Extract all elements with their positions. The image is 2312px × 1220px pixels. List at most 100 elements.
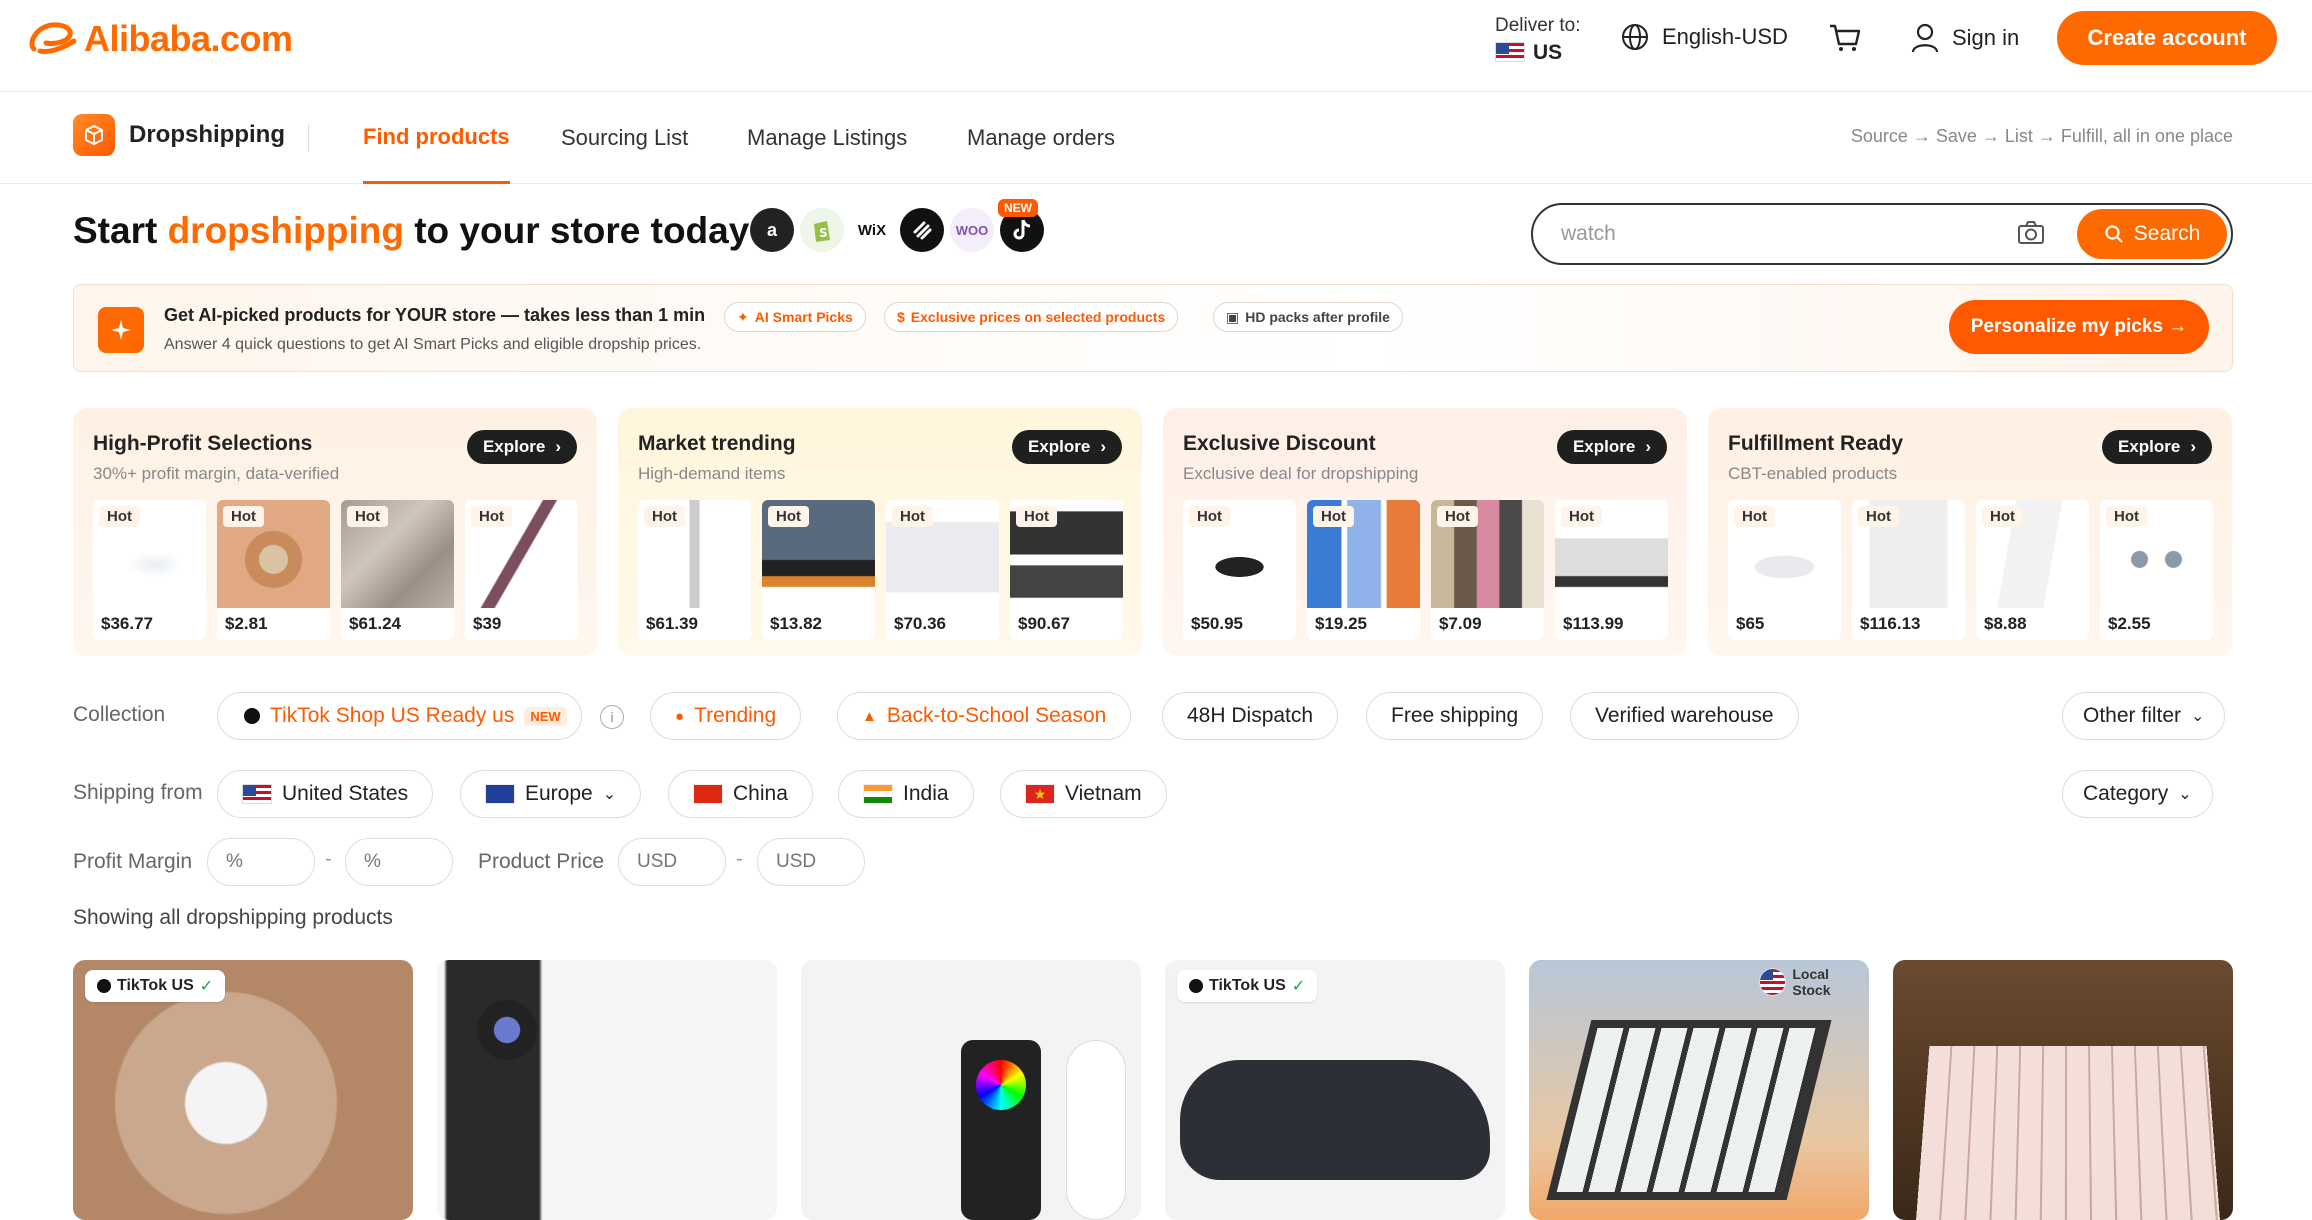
collection-card-fulfillment-ready[interactable]: Fulfillment Ready CBT-enabled products E… xyxy=(1708,408,2232,656)
camera-lens-image xyxy=(477,1000,537,1060)
shoe-image xyxy=(1180,1060,1490,1180)
cart-icon[interactable] xyxy=(1828,22,1862,59)
new-badge: NEW xyxy=(524,706,567,726)
profit-max-input[interactable] xyxy=(345,838,453,886)
ai-chip-smart-picks: ✦ AI Smart Picks xyxy=(724,302,866,332)
product-card[interactable]: TikTok US ✓ xyxy=(73,960,413,1220)
price-max-input[interactable] xyxy=(757,838,865,886)
tile-price: $50.95 xyxy=(1191,614,1243,633)
hot-badge: Hot xyxy=(347,506,388,527)
filter-48h-dispatch[interactable]: 48H Dispatch xyxy=(1162,692,1339,740)
deliver-label: Deliver to: xyxy=(1495,15,1581,36)
chevron-down-icon: ⌄ xyxy=(2178,786,2192,803)
product-tile[interactable]: Hot $50.95 xyxy=(1183,500,1296,640)
alibaba-logo-icon xyxy=(29,22,77,54)
product-tile[interactable]: Hot $2.55 xyxy=(2100,500,2213,640)
ship-from-india[interactable]: India xyxy=(838,770,974,818)
badge-label: Local Stock xyxy=(1792,966,1831,998)
hot-badge: Hot xyxy=(2106,506,2147,527)
amazon-icon: a xyxy=(750,208,794,252)
product-tile[interactable]: Hot $7.09 xyxy=(1431,500,1544,640)
product-tile[interactable]: Hot $116.13 xyxy=(1852,500,1965,640)
filter-verified-warehouse[interactable]: Verified warehouse xyxy=(1570,692,1799,740)
explore-button[interactable]: Explore › xyxy=(466,430,577,464)
deliver-to[interactable]: Deliver to: US xyxy=(1495,14,1581,66)
personalize-picks-button[interactable]: Personalize my picks → xyxy=(1949,300,2209,354)
product-tile[interactable]: Hot $70.36 xyxy=(886,500,999,640)
product-tile[interactable]: Hot $61.24 xyxy=(341,500,454,640)
filter-tiktok-shop[interactable]: TikTok Shop US Ready us NEW xyxy=(217,692,582,740)
other-filter-dropdown[interactable]: Other filter ⌄ xyxy=(2062,692,2226,740)
shipping-from-label: Shipping from xyxy=(73,781,203,804)
hot-badge: Hot xyxy=(1982,506,2023,527)
product-tile[interactable]: Hot $19.25 xyxy=(1307,500,1420,640)
filter-trending[interactable]: ● Trending xyxy=(650,692,802,740)
product-tile[interactable]: Hot $113.99 xyxy=(1555,500,1668,640)
collection-title: High-Profit Selections xyxy=(93,432,313,455)
create-account-button[interactable]: Create account xyxy=(2057,11,2277,65)
range-dash: - xyxy=(325,848,332,870)
tab-manage-listings[interactable]: Manage Listings xyxy=(747,92,907,184)
ai-banner-title: Get AI-picked products for YOUR store — … xyxy=(164,305,706,325)
info-icon[interactable]: i xyxy=(600,705,624,729)
tab-manage-orders[interactable]: Manage orders xyxy=(967,92,1115,184)
profit-min-input[interactable] xyxy=(207,838,315,886)
ship-from-united-states[interactable]: United States xyxy=(217,770,434,818)
sign-in-link[interactable]: Sign in xyxy=(1910,22,2019,54)
ai-picks-banner: Get AI-picked products for YOUR store — … xyxy=(73,284,2233,372)
product-tile[interactable]: Hot $13.82 xyxy=(762,500,875,640)
collection-card-market-trending[interactable]: Market trending High-demand items Explor… xyxy=(618,408,1142,656)
alibaba-logo[interactable]: Alibaba.com xyxy=(26,18,293,60)
chip-label: Other filter xyxy=(2083,704,2182,727)
check-icon: ✓ xyxy=(1291,978,1306,995)
product-tile[interactable]: Hot $36.77 xyxy=(93,500,206,640)
product-tile[interactable]: Hot $65 xyxy=(1728,500,1841,640)
collection-subtitle: Exclusive deal for dropshipping xyxy=(1183,464,1419,483)
product-card[interactable] xyxy=(437,960,777,1220)
product-tile[interactable]: Hot $2.81 xyxy=(217,500,330,640)
chevron-right-icon: › xyxy=(555,437,561,456)
collection-card-exclusive-discount[interactable]: Exclusive Discount Exclusive deal for dr… xyxy=(1163,408,1687,656)
filter-back-to-school[interactable]: ▲ Back-to-School Season xyxy=(837,692,1132,740)
ship-from-europe[interactable]: Europe ⌄ xyxy=(460,770,642,818)
camera-search-icon[interactable] xyxy=(2017,220,2045,251)
search-box: Search xyxy=(1531,203,2233,265)
explore-button[interactable]: Explore › xyxy=(1011,430,1122,464)
collection-title: Fulfillment Ready xyxy=(1728,432,1904,455)
category-dropdown[interactable]: Category ⌄ xyxy=(2062,770,2213,818)
profit-margin-label: Profit Margin xyxy=(73,850,193,873)
product-card[interactable] xyxy=(1893,960,2233,1220)
china-flag-icon xyxy=(693,784,723,804)
ai-chip-label: AI Smart Picks xyxy=(754,309,853,325)
product-tile[interactable]: Hot $61.39 xyxy=(638,500,751,640)
product-tile[interactable]: Hot $8.88 xyxy=(1976,500,2089,640)
ai-chip-label: HD packs after profile xyxy=(1245,309,1390,325)
explore-label: Explore xyxy=(1027,437,1091,456)
tab-find-products[interactable]: Find products xyxy=(363,92,510,184)
product-card[interactable]: TikTok US ✓ xyxy=(1165,960,1505,1220)
collection-card-high-profit[interactable]: High-Profit Selections 30%+ profit margi… xyxy=(73,408,597,656)
product-tile[interactable]: Hot $90.67 xyxy=(1010,500,1123,640)
product-tile[interactable]: Hot $39 xyxy=(465,500,578,640)
hot-badge: Hot xyxy=(644,506,685,527)
tiktok-us-badge: TikTok US ✓ xyxy=(1177,970,1318,1002)
product-card[interactable]: Local Stock xyxy=(1529,960,1869,1220)
ship-from-china[interactable]: China xyxy=(668,770,813,818)
explore-button[interactable]: Explore › xyxy=(1556,430,1667,464)
tiktok-new-badge: NEW xyxy=(998,199,1038,217)
dropshipping-brand[interactable]: Dropshipping xyxy=(73,114,285,156)
hot-badge: Hot xyxy=(768,506,809,527)
product-card[interactable] xyxy=(801,960,1141,1220)
search-button[interactable]: Search xyxy=(2077,209,2227,259)
tab-sourcing-list[interactable]: Sourcing List xyxy=(561,92,688,184)
hero-title-post: to your store today xyxy=(403,210,750,251)
explore-button[interactable]: Explore › xyxy=(2101,430,2212,464)
filter-free-shipping[interactable]: Free shipping xyxy=(1366,692,1544,740)
ship-from-vietnam[interactable]: ★ Vietnam xyxy=(1000,770,1167,818)
tile-price: $61.24 xyxy=(349,614,401,633)
collection-subtitle: High-demand items xyxy=(638,464,786,483)
hot-badge: Hot xyxy=(1313,506,1354,527)
price-min-input[interactable] xyxy=(618,838,726,886)
nav-tagline: Source → Save → List → Fulfill, all in o… xyxy=(1850,126,2233,146)
language-selector[interactable]: English-USD xyxy=(1620,22,1788,52)
